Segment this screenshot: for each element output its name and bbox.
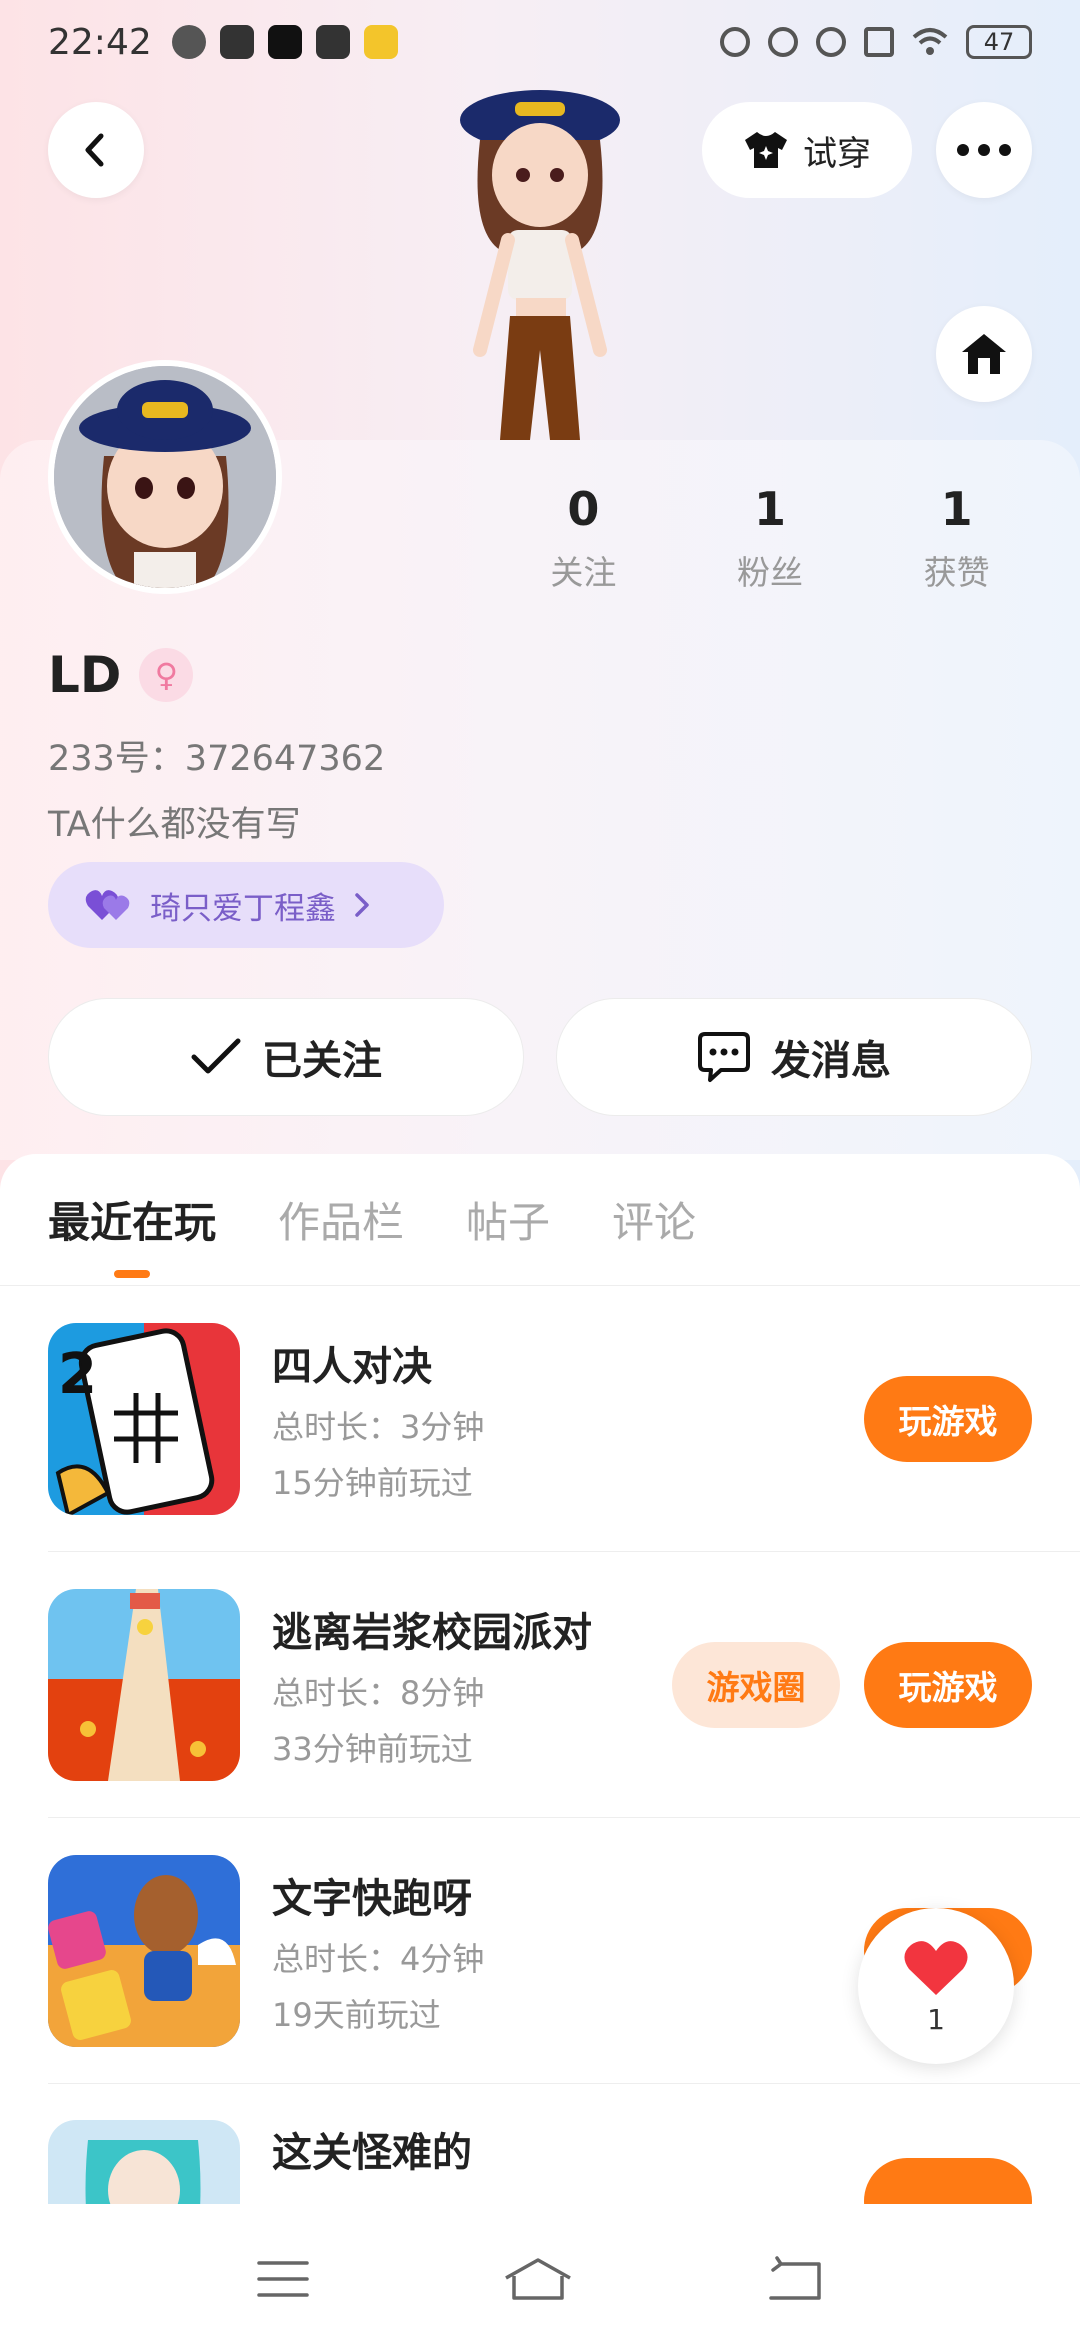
send-message-button[interactable]: 发消息 (556, 998, 1032, 1116)
game-list: 2 四人对决 总时长：3分钟 15分钟前玩过 玩游戏 逃离岩浆校园派对 总时长：… (0, 1286, 1080, 2204)
check-icon (191, 1038, 241, 1074)
try-on-label: 试穿 (803, 133, 871, 174)
female-icon: ♀ (139, 648, 194, 702)
list-item[interactable]: 这关怪难的 (48, 2084, 1080, 2204)
home-nav-icon[interactable] (502, 2256, 574, 2302)
stat-value: 1 (940, 482, 973, 536)
game-icon (48, 2120, 240, 2204)
heart-icon (904, 1940, 968, 1995)
game-title: 逃离岩浆校园派对 (272, 1609, 592, 1656)
status-time: 22:42 (48, 21, 152, 63)
game-title: 这关怪难的 (272, 2130, 472, 2176)
play-game-button[interactable] (864, 2158, 1032, 2204)
play-game-button[interactable]: 玩游戏 (864, 1375, 1032, 1462)
tab-works[interactable]: 作品栏 (278, 1189, 404, 1250)
battery-indicator: 47 (966, 25, 1032, 59)
back-button[interactable] (48, 102, 144, 198)
game-icon (48, 1588, 240, 1781)
game-duration: 总时长：8分钟 (272, 1673, 485, 1712)
profile-stats: 0 关注 1 粉丝 1 获赞 (490, 482, 1050, 594)
play-game-button[interactable]: 玩游戏 (864, 1641, 1032, 1728)
profile-tabs: 最近在玩 作品栏 帖子 评论 (0, 1154, 1080, 1286)
sim-icon (864, 27, 894, 57)
like-count: 1 (927, 2002, 945, 2036)
avatar-image (54, 366, 276, 588)
stat-value: 1 (754, 482, 787, 536)
avatar[interactable] (48, 360, 282, 594)
game-icon: 2 (48, 1322, 240, 1515)
chevron-left-icon (85, 133, 104, 167)
stat-label: 获赞 (923, 553, 990, 592)
back-nav-icon[interactable] (767, 2256, 823, 2302)
stat-following[interactable]: 0 关注 (490, 482, 677, 594)
relation-chip[interactable]: 琦只爱丁程鑫 (48, 862, 444, 948)
game-duration: 总时长：3分钟 (272, 1407, 485, 1446)
game-last-played: 19天前玩过 (272, 1995, 441, 2034)
game-icon (48, 1854, 240, 2047)
followed-button[interactable]: 已关注 (48, 998, 524, 1116)
relation-label: 琦只爱丁程鑫 (150, 890, 336, 927)
app-icon (363, 25, 398, 59)
stat-likes[interactable]: 1 获赞 (863, 482, 1050, 594)
home-icon (962, 334, 1006, 374)
system-nav-bar (0, 2218, 1080, 2340)
list-item[interactable]: 逃离岩浆校园派对 总时长：8分钟 33分钟前玩过 游戏圈 玩游戏 (48, 1552, 1080, 1818)
tab-posts[interactable]: 帖子 (466, 1189, 550, 1250)
more-button[interactable] (936, 102, 1032, 198)
avatar-3d-figure (460, 90, 620, 440)
tiktok-icon (267, 25, 302, 59)
menu-icon[interactable] (256, 2259, 309, 2299)
game-circle-button[interactable]: 游戏圈 (672, 1641, 840, 1728)
system-icons: 47 (720, 25, 1032, 59)
tab-comments[interactable]: 评论 (612, 1189, 696, 1250)
game-title: 文字快跑呀 (272, 1875, 472, 1922)
cloud-app-icon (171, 25, 206, 59)
alarm-icon (720, 27, 750, 57)
mute-icon (768, 27, 798, 57)
like-button[interactable]: 1 (858, 1908, 1014, 2064)
user-id: 233号：372647362 (48, 739, 386, 779)
chevron-right-icon (355, 893, 369, 917)
game-title: 四人对决 (272, 1343, 432, 1390)
more-dots-icon (957, 144, 1011, 156)
app-icon (315, 25, 350, 59)
tshirt-icon (745, 132, 787, 168)
double-heart-icon (85, 890, 130, 920)
send-message-label: 发消息 (771, 1038, 891, 1084)
stat-label: 关注 (550, 553, 617, 592)
user-bio: TA什么都没有写 (48, 805, 301, 845)
stat-value: 0 (567, 482, 600, 536)
status-bar: 22:42 47 (0, 0, 1080, 84)
stat-followers[interactable]: 1 粉丝 (677, 482, 864, 594)
chat-bubble-icon (698, 1032, 750, 1082)
list-item[interactable]: 2 四人对决 总时长：3分钟 15分钟前玩过 玩游戏 (48, 1286, 1080, 1552)
game-duration: 总时长：4分钟 (272, 1939, 485, 1978)
wifi-icon (912, 28, 948, 55)
game-last-played: 15分钟前玩过 (272, 1463, 473, 1502)
tab-recently-played[interactable]: 最近在玩 (48, 1189, 216, 1250)
svg-text:2: 2 (58, 1342, 97, 1407)
user-name: LD (48, 646, 122, 704)
moon-icon (816, 27, 846, 57)
home-button[interactable] (936, 306, 1032, 402)
stat-label: 粉丝 (737, 553, 803, 592)
notification-icons (171, 25, 398, 59)
app-icon (219, 25, 254, 59)
name-row: LD ♀ (48, 646, 194, 704)
followed-label: 已关注 (262, 1038, 382, 1084)
game-last-played: 33分钟前玩过 (272, 1729, 473, 1768)
try-on-button[interactable]: 试穿 (702, 102, 912, 198)
